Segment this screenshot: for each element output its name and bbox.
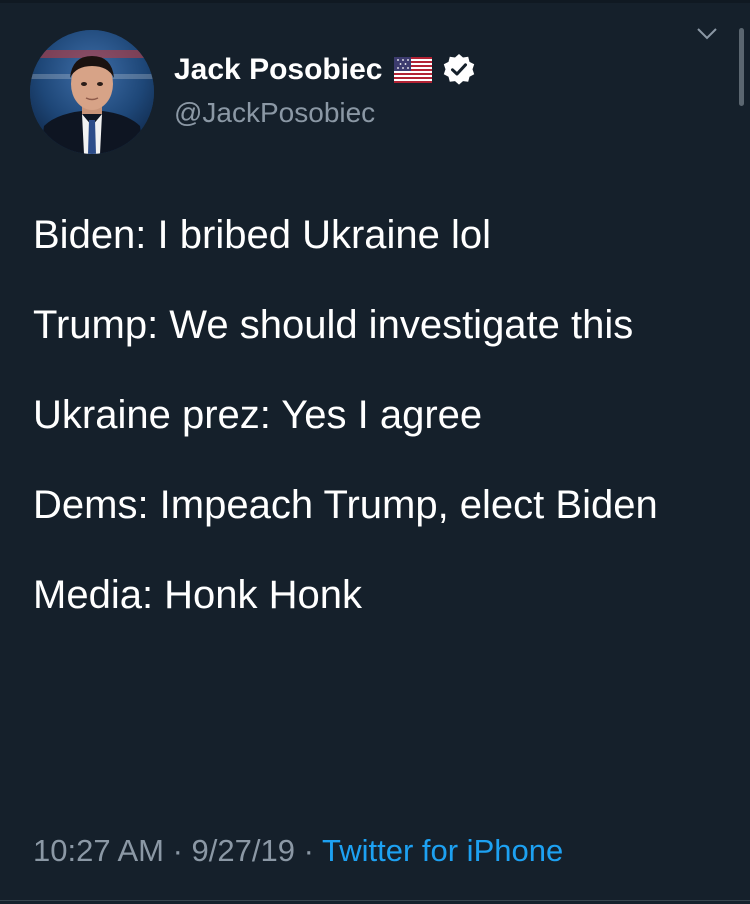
meta-separator: ·	[294, 833, 322, 868]
author-handle[interactable]: @JackPosobiec	[174, 95, 375, 131]
avatar-image	[30, 30, 154, 154]
us-flag-icon	[394, 57, 433, 83]
tweet-line: Trump: We should investigate this	[33, 303, 634, 347]
tweet-time[interactable]: 10:27 AM	[33, 833, 164, 868]
divider	[0, 900, 750, 901]
tweet-line: Media: Honk Honk	[33, 573, 363, 617]
chevron-down-icon[interactable]	[694, 20, 720, 46]
author-display-name[interactable]: Jack Posobiec	[174, 50, 382, 90]
author-name-row[interactable]: Jack Posobiec	[174, 50, 476, 90]
tweet-screen: Jack Posobiec @JackPosobiec Biden: I bri…	[0, 0, 750, 904]
scrollbar[interactable]	[739, 28, 744, 106]
tweet-text: Biden: I bribed Ukraine lol Trump: We sh…	[33, 206, 723, 656]
meta-separator: ·	[163, 833, 192, 868]
tweet-line: Biden: I bribed Ukraine lol	[33, 213, 492, 257]
tweet-date[interactable]: 9/27/19	[192, 833, 295, 868]
tweet-line: Dems: Impeach Trump, elect Biden	[33, 483, 658, 527]
avatar[interactable]	[30, 30, 154, 154]
top-edge	[0, 0, 750, 3]
verified-badge-icon	[444, 54, 475, 85]
tweet-meta: 10:27 AM · 9/27/19 · Twitter for iPhone	[33, 830, 563, 872]
tweet-source-link[interactable]: Twitter for iPhone	[322, 833, 563, 868]
tweet-line: Ukraine prez: Yes I agree	[33, 393, 483, 437]
